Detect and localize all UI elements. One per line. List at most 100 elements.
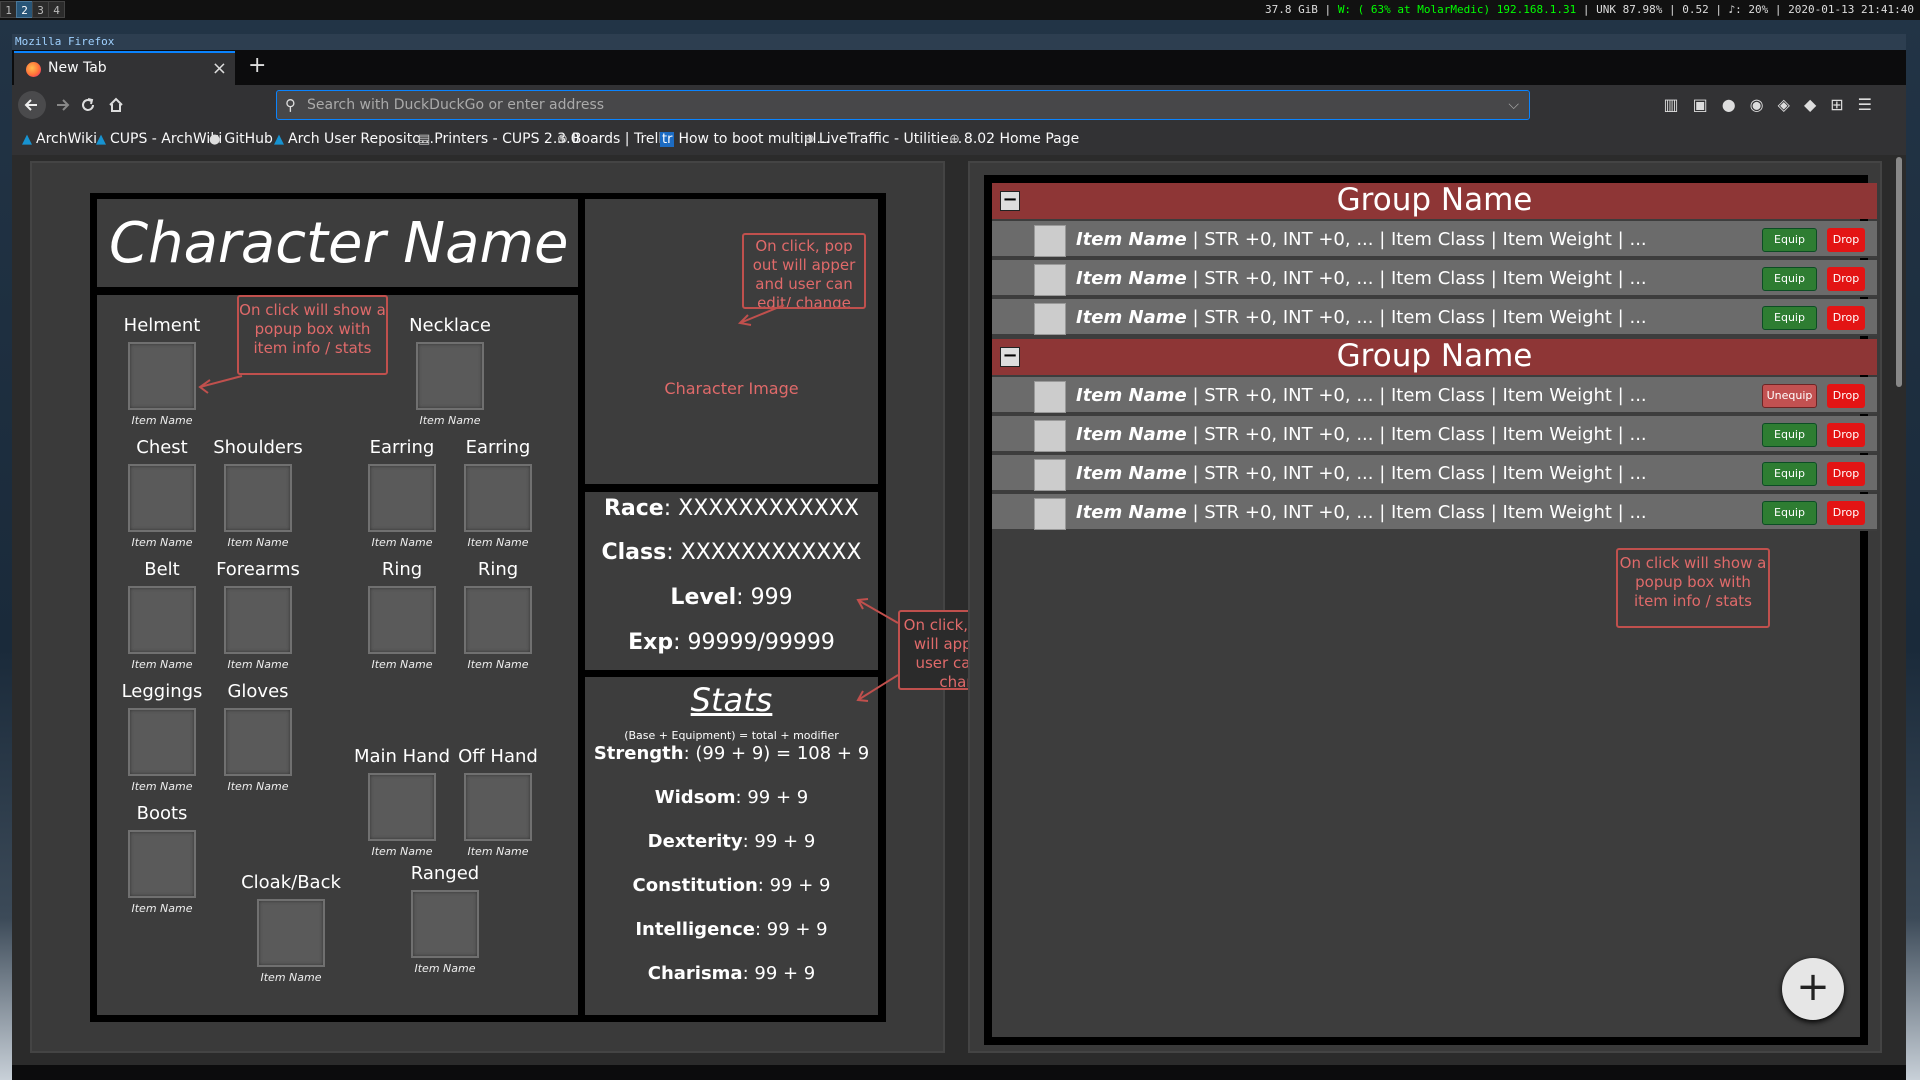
bookmark-aur[interactable]: ▲ Arch User Reposito... xyxy=(274,131,434,147)
item-name: Item Name xyxy=(1076,268,1187,289)
slot-box[interactable] xyxy=(464,586,532,654)
drop-button[interactable]: Drop xyxy=(1827,267,1865,291)
slot-item-name: Item Name xyxy=(227,780,289,793)
bookmark-label: Arch User Reposito... xyxy=(288,131,434,147)
inventory-item-row[interactable]: Item Name | STR +0, INT +0, ... | Item C… xyxy=(992,221,1877,258)
slot-belt[interactable]: Belt Item Name xyxy=(112,559,212,671)
group-header[interactable]: − Group Name xyxy=(992,182,1877,219)
slot-box[interactable] xyxy=(224,586,292,654)
slot-label: Main Hand xyxy=(353,746,451,767)
system-status-bar: 1 2 3 4 37.8 GiB | W: ( 63% at MolarMedi… xyxy=(0,0,1920,20)
inventory-item-row[interactable]: Item Name | STR +0, INT +0, ... | Item C… xyxy=(992,260,1877,297)
slot-box[interactable] xyxy=(128,342,196,410)
slot-box[interactable] xyxy=(128,464,196,532)
slot-leggings[interactable]: Leggings Item Name xyxy=(112,681,212,793)
bookmark-label: GitHub xyxy=(224,131,273,147)
unequip-button[interactable]: Unequip xyxy=(1762,384,1817,408)
slot-off-hand[interactable]: Off Hand Item Name xyxy=(448,746,548,858)
tab-new-tab[interactable]: New Tab × xyxy=(14,51,235,85)
drop-button[interactable]: Drop xyxy=(1827,384,1865,408)
class-value: : XXXXXXXXXXXX xyxy=(666,540,862,565)
character-info[interactable]: Race: XXXXXXXXXXXX Class: XXXXXXXXXXXX L… xyxy=(585,492,878,670)
inventory-item-row[interactable]: Item Name | STR +0, INT +0, ... | Item C… xyxy=(992,416,1877,453)
slot-necklace[interactable]: Necklace Item Name xyxy=(400,315,500,427)
slot-box[interactable] xyxy=(464,773,532,841)
equip-button[interactable]: Equip xyxy=(1762,423,1817,447)
slot-box[interactable] xyxy=(257,899,325,967)
forward-button[interactable] xyxy=(48,91,76,119)
equip-button[interactable]: Equip xyxy=(1762,267,1817,291)
inventory-item-row[interactable]: Item Name | STR +0, INT +0, ... | Item C… xyxy=(992,455,1877,492)
bookmark-livetraffic[interactable]: ⊕ LiveTraffic - Utilitie... xyxy=(804,131,962,147)
drop-button[interactable]: Drop xyxy=(1827,462,1865,486)
bookmark-printers-cups[interactable]: ▤ Printers - CUPS 2.3.0 xyxy=(418,131,580,147)
equip-button[interactable]: Equip xyxy=(1762,306,1817,330)
reload-button[interactable] xyxy=(74,91,102,119)
bookmark-github[interactable]: ● GitHub xyxy=(209,131,273,147)
bookmark-802-home[interactable]: ⊕ 8.02 Home Page xyxy=(949,131,1079,147)
add-item-button[interactable]: + xyxy=(1782,958,1844,1020)
chevron-down-icon[interactable]: ⌵ xyxy=(1508,91,1519,119)
slot-box[interactable] xyxy=(368,773,436,841)
equip-button[interactable]: Equip xyxy=(1762,501,1817,525)
slot-earring-1[interactable]: Earring Item Name xyxy=(352,437,452,549)
new-tab-button[interactable]: + xyxy=(248,53,266,78)
slot-label: Chest xyxy=(136,437,188,458)
inventory-item-row[interactable]: Item Name | STR +0, INT +0, ... | Item C… xyxy=(992,299,1877,336)
slot-box[interactable] xyxy=(128,830,196,898)
inventory-item-row[interactable]: Item Name | STR +0, INT +0, ... | Item C… xyxy=(992,494,1877,531)
slot-forearms[interactable]: Forearms Item Name xyxy=(208,559,308,671)
close-tab-icon[interactable]: × xyxy=(212,58,227,79)
slot-shoulders[interactable]: Shoulders Item Name xyxy=(208,437,308,549)
page-scrollbar[interactable] xyxy=(1892,155,1906,1065)
drop-button[interactable]: Drop xyxy=(1827,423,1865,447)
slot-ring-2[interactable]: Ring Item Name xyxy=(448,559,548,671)
slot-ring-1[interactable]: Ring Item Name xyxy=(352,559,452,671)
slot-chest[interactable]: Chest Item Name xyxy=(112,437,212,549)
drop-button[interactable]: Drop xyxy=(1827,306,1865,330)
workspace-1[interactable]: 1 xyxy=(0,1,17,18)
slot-cloak-back[interactable]: Cloak/Back Item Name xyxy=(241,872,341,984)
workspace-3[interactable]: 3 xyxy=(32,1,49,18)
toolbar-extension-icons[interactable]: ▥▣●◉◈◆⊞☰ xyxy=(1663,95,1886,114)
drop-button[interactable]: Drop xyxy=(1827,501,1865,525)
slot-item-name: Item Name xyxy=(467,536,529,549)
slot-box[interactable] xyxy=(368,586,436,654)
group-header[interactable]: − Group Name xyxy=(992,338,1877,375)
slot-box[interactable] xyxy=(128,586,196,654)
slot-box[interactable] xyxy=(411,890,479,958)
slot-box[interactable] xyxy=(128,708,196,776)
workspace-4[interactable]: 4 xyxy=(48,1,65,18)
stat-name: Intelligence xyxy=(635,919,755,940)
slot-item-name: Item Name xyxy=(467,658,529,671)
slot-box[interactable] xyxy=(416,342,484,410)
slot-helmet[interactable]: Helment Item Name xyxy=(112,315,212,427)
slot-earring-2[interactable]: Earring Item Name xyxy=(448,437,548,549)
slot-gloves[interactable]: Gloves Item Name xyxy=(208,681,308,793)
drop-button[interactable]: Drop xyxy=(1827,228,1865,252)
character-name-box[interactable]: Character Name xyxy=(97,199,578,287)
slot-main-hand[interactable]: Main Hand Item Name xyxy=(352,746,452,858)
address-bar[interactable]: ⚲ Search with DuckDuckGo or enter addres… xyxy=(276,90,1530,120)
back-button[interactable] xyxy=(18,91,46,119)
inventory-item-row[interactable]: Item Name | STR +0, INT +0, ... | Item C… xyxy=(992,377,1877,414)
equip-button[interactable]: Equip xyxy=(1762,228,1817,252)
scrollbar-thumb[interactable] xyxy=(1896,157,1902,387)
bookmark-cups-archwiki[interactable]: ▲ CUPS - ArchWiki xyxy=(96,131,222,147)
stat-value: : 99 + 9 xyxy=(757,875,831,896)
stats-panel[interactable]: Stats (Base + Equipment) = total + modif… xyxy=(585,677,878,1015)
equip-button[interactable]: Equip xyxy=(1762,462,1817,486)
character-image[interactable]: Character Image On click, pop out will a… xyxy=(585,199,878,484)
slot-box[interactable] xyxy=(224,708,292,776)
slot-box[interactable] xyxy=(224,464,292,532)
bookmark-archwiki[interactable]: ▲ ArchWiki xyxy=(22,131,97,147)
bookmark-trello[interactable]: ⊕ Boards | Trello xyxy=(557,131,671,147)
workspace-2[interactable]: 2 xyxy=(16,1,33,18)
slot-ranged[interactable]: Ranged Item Name xyxy=(395,863,495,975)
race-label: Race xyxy=(603,496,664,521)
page-content: Character Name Helment Item Name Necklace… xyxy=(12,155,1892,1065)
slot-box[interactable] xyxy=(464,464,532,532)
slot-boots[interactable]: Boots Item Name xyxy=(112,803,212,915)
home-button[interactable] xyxy=(102,91,130,119)
slot-box[interactable] xyxy=(368,464,436,532)
